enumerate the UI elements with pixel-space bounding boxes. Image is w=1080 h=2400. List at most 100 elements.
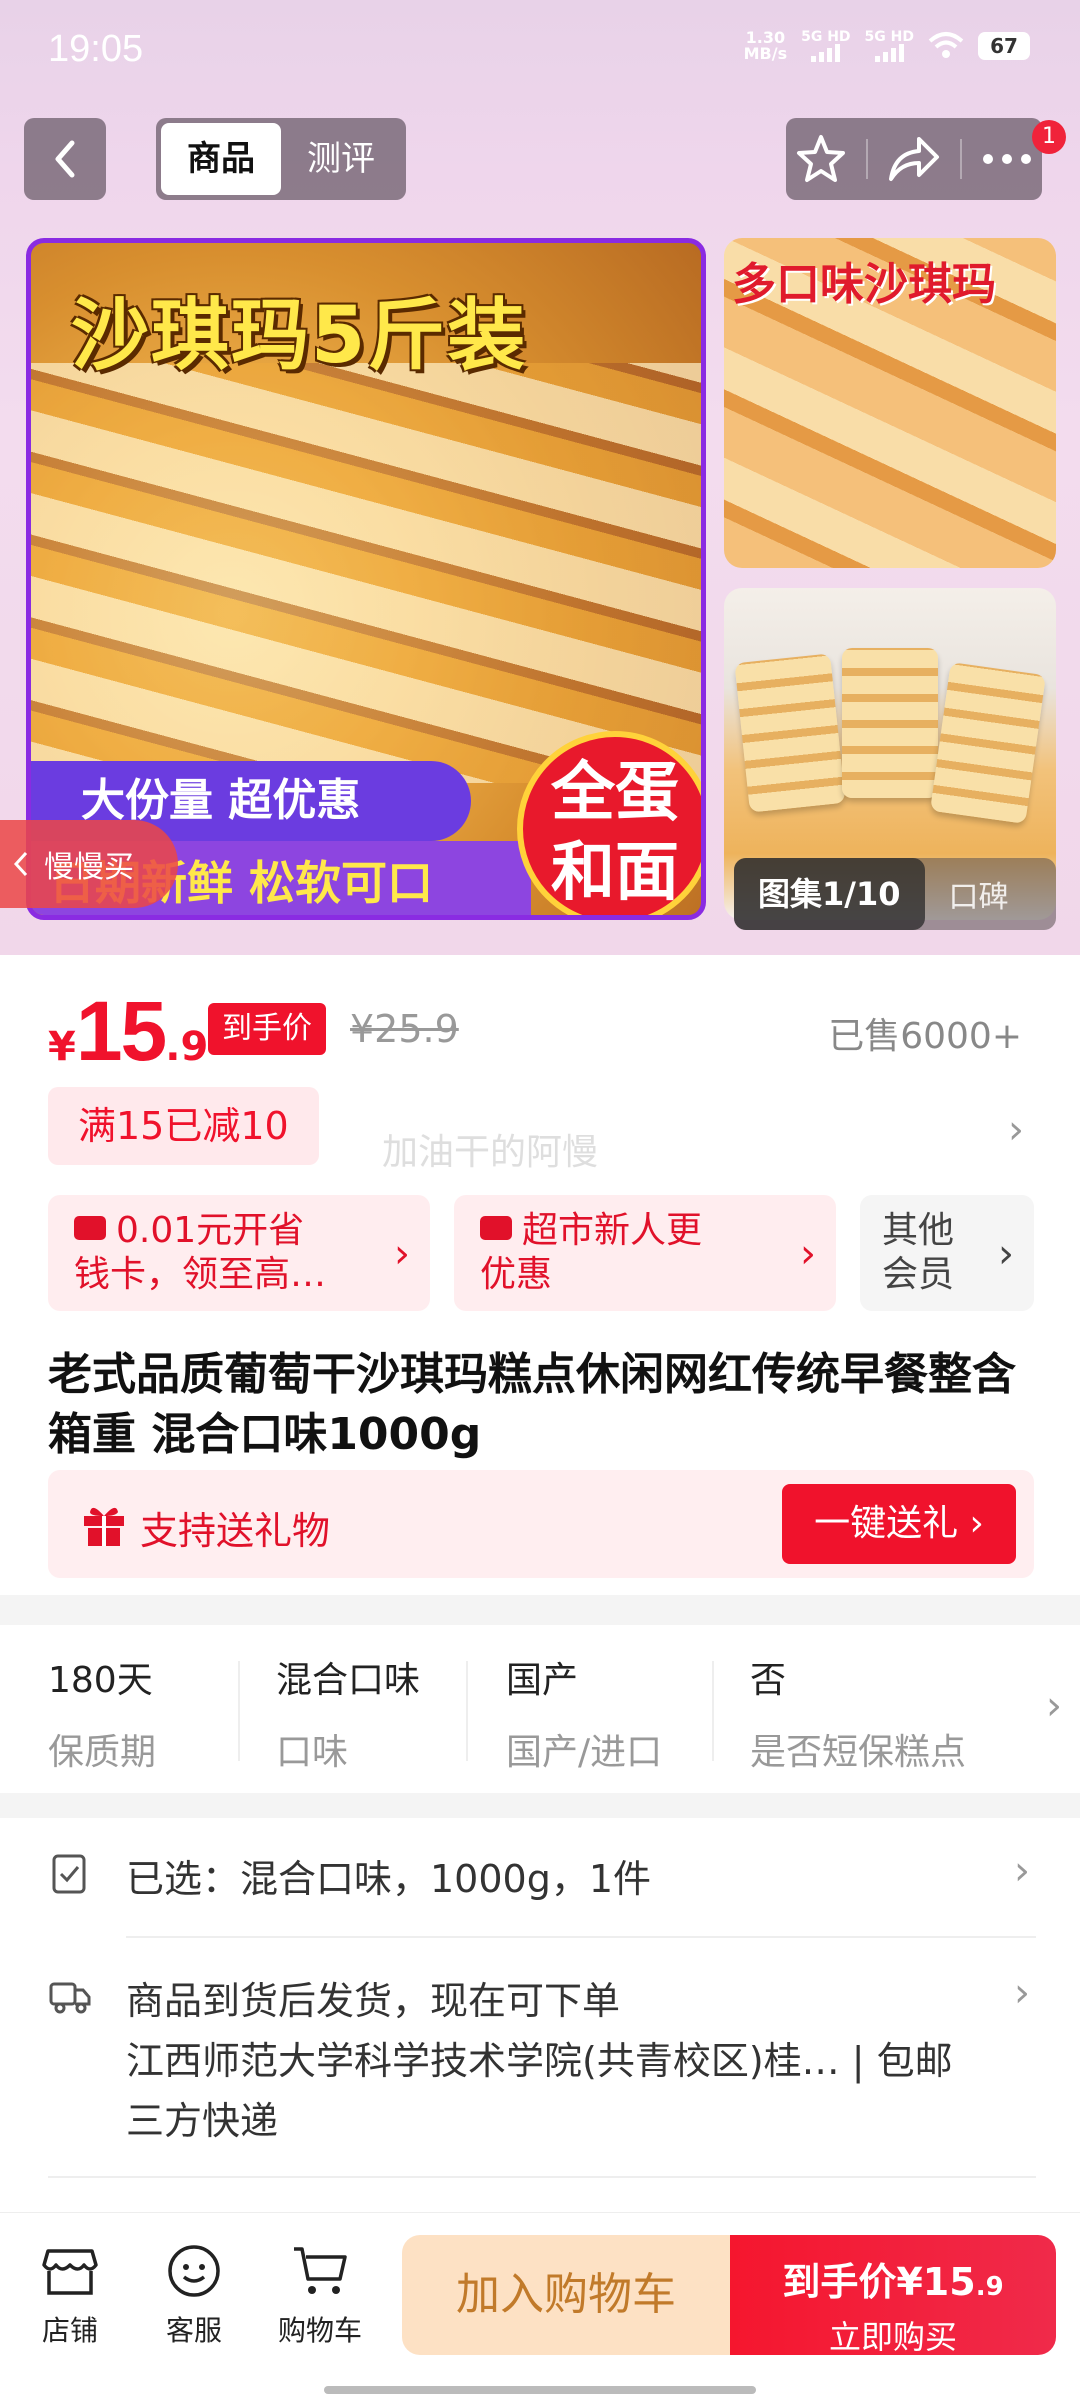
gift-label: 支持送礼物 — [140, 1509, 331, 1553]
gallery-count-label[interactable]: 图集1/10 — [734, 858, 925, 930]
coupon-line-1: 其他 — [882, 1210, 955, 1251]
customer-service-label: 客服 — [165, 2314, 222, 2347]
coupon-text: 其他 会员 — [860, 1209, 954, 1297]
add-to-cart-button[interactable]: 加入购物车 — [402, 2235, 730, 2355]
coupon-savings-card[interactable]: 0.01元开省 钱卡，领至高… › — [48, 1195, 430, 1311]
signal-icon: 5G HD — [801, 29, 851, 62]
coupon-text: 超市新人更 优惠 — [454, 1209, 702, 1297]
spec-key: 国产/进口 — [506, 1732, 663, 1773]
chevron-right-icon: › — [800, 1231, 816, 1277]
buy-price-value: ¥15 — [896, 2260, 976, 2304]
buy-now-label: 立即购买 — [828, 2318, 957, 2356]
product-title: 老式品质葡萄干沙琪玛糕点休闲网红传统早餐整含箱重 混合口味1000g — [48, 1349, 1016, 1460]
gift-bar[interactable]: 支持送礼物 一键送礼 › — [48, 1470, 1034, 1578]
tab-review[interactable]: 测评 — [281, 123, 401, 195]
tab-product[interactable]: 商品 — [161, 123, 281, 195]
selected-spec[interactable]: 已选：混合口味，1000g，1件 — [126, 1848, 651, 1903]
product-info-card: ¥ 15 .9 到手价 ¥25.9 已售6000+ 满15已减10 加油干的阿慢… — [0, 955, 1080, 1595]
coupon-text: 0.01元开省 钱卡，领至高… — [48, 1209, 326, 1297]
spec-value: 混合口味 — [276, 1660, 421, 1701]
store-tab[interactable]: 店铺 — [20, 2243, 120, 2349]
buy-price-label: 到手价 — [782, 2260, 897, 2304]
status-bar: 19:05 1.30 MB/s 5G HD 5G HD 67 — [0, 0, 1080, 100]
watermark-text: 加油干的阿慢 — [382, 1132, 599, 1173]
gift-icon — [84, 1507, 124, 1546]
discount-tag[interactable]: 满15已减10 — [48, 1087, 319, 1165]
divider — [126, 1936, 1036, 1938]
selected-spec-icon — [52, 1854, 86, 1894]
wifi-icon — [928, 32, 964, 58]
coupon-line-1: 超市新人更 — [522, 1210, 703, 1251]
shipping-address[interactable]: 江西师范大学科学技术学院(共青校区)桂… | 包邮 — [126, 2030, 1036, 2085]
chevron-right-icon[interactable]: › — [1014, 1848, 1030, 1894]
spec-short-shelf: 否 是否短保糕点 — [750, 1651, 986, 1775]
star-icon[interactable] — [795, 133, 847, 185]
spec-key: 是否短保糕点 — [750, 1732, 967, 1773]
chevron-right-icon: › — [394, 1231, 410, 1277]
slow-buy-label: 慢慢买 — [44, 850, 134, 885]
delivery-truck-icon — [49, 1982, 91, 2014]
spec-value: 180天 — [48, 1660, 153, 1701]
more-icon[interactable] — [981, 152, 1033, 166]
chevron-left-icon — [55, 140, 75, 178]
battery-icon: 67 — [978, 32, 1030, 60]
chevron-right-icon[interactable]: › — [1046, 1683, 1062, 1729]
signal-icon-2: 5G HD — [865, 30, 914, 62]
top-tab-switch: 商品 测评 — [156, 118, 406, 200]
spec-strip[interactable]: 180天 保质期 混合口味 口味 国产 国产/进口 否 是否短保糕点 › — [0, 1625, 1080, 1793]
yen-ticket-icon — [480, 1216, 512, 1240]
cart-tab[interactable]: 购物车 — [270, 2243, 370, 2349]
status-time: 19:05 — [48, 28, 144, 70]
divider — [48, 2176, 1036, 2178]
chevron-right-icon[interactable]: › — [1014, 1970, 1030, 2016]
chevron-left-icon — [13, 851, 28, 877]
round-badge-line-2: 和面 — [551, 836, 679, 910]
final-price-tag: 到手价 — [208, 1003, 326, 1055]
network-speed: 1.30 MB/s — [744, 30, 787, 62]
notification-badge: 1 — [1032, 120, 1066, 154]
home-indicator[interactable] — [324, 2386, 756, 2394]
coupon-line-1: 0.01元开省 — [116, 1210, 305, 1251]
spec-origin: 国产 国产/进口 — [506, 1651, 662, 1775]
store-icon — [42, 2249, 98, 2295]
price: ¥ 15 .9 — [48, 983, 232, 1080]
gallery-counter[interactable]: 图集1/10 口碑 — [734, 858, 1056, 930]
coupon-line-2: 优惠 — [480, 1254, 553, 1295]
header-actions — [786, 118, 1042, 200]
original-price: ¥25.9 — [350, 1007, 459, 1051]
customer-service-tab[interactable]: 客服 — [144, 2243, 244, 2349]
coupon-other-members[interactable]: 其他 会员 › — [860, 1195, 1034, 1311]
shipping-carrier: 三方快递 — [126, 2099, 279, 2143]
back-button[interactable] — [24, 118, 106, 200]
spec-key: 口味 — [276, 1732, 349, 1773]
main-product-image[interactable]: 沙琪玛5斤装 大份量 超优惠 日期新鲜 松软可口 全蛋 和面 — [26, 238, 706, 920]
thumbnail-image-1[interactable]: 多口味沙琪玛 — [724, 238, 1056, 568]
cake-piece — [930, 662, 1046, 824]
signal-label-1: 5G HD — [801, 29, 851, 45]
coupon-new-user[interactable]: 超市新人更 优惠 › — [454, 1195, 836, 1311]
signal-label-2: 5G HD — [864, 29, 914, 45]
price-integer: 15 — [75, 984, 167, 1078]
slow-buy-tab[interactable]: 慢慢买 — [0, 820, 178, 908]
shipping-status[interactable]: 商品到货后发货，现在可下单 — [126, 1970, 620, 2025]
share-icon[interactable] — [887, 135, 941, 183]
spec-value: 国产 — [506, 1660, 579, 1701]
chevron-right-icon[interactable]: › — [1008, 1107, 1024, 1153]
cart-label: 购物车 — [277, 2314, 362, 2347]
image-round-badge: 全蛋 和面 — [517, 731, 701, 915]
price-currency: ¥ — [48, 1024, 76, 1070]
coupon-line-2: 会员 — [882, 1254, 955, 1295]
image-headline: 沙琪玛5斤装 — [71, 291, 528, 381]
status-icons: 1.30 MB/s 5G HD 5G HD 67 — [744, 30, 1030, 62]
cart-icon — [294, 2247, 347, 2294]
send-gift-button[interactable]: 一键送礼 › — [782, 1484, 1016, 1564]
thumbnail-title: 多口味沙琪玛 — [732, 259, 996, 310]
store-label: 店铺 — [41, 2314, 98, 2347]
reviews-tab[interactable]: 口碑 — [925, 872, 1009, 916]
divider — [712, 1661, 714, 1761]
sold-count: 已售6000+ — [828, 1016, 1022, 1057]
buy-price-decimal: .9 — [975, 2272, 1004, 2302]
divider — [959, 139, 962, 179]
chevron-right-icon: › — [998, 1231, 1014, 1277]
buy-now-button[interactable]: 到手价¥15.9 立即购买 — [730, 2235, 1056, 2356]
